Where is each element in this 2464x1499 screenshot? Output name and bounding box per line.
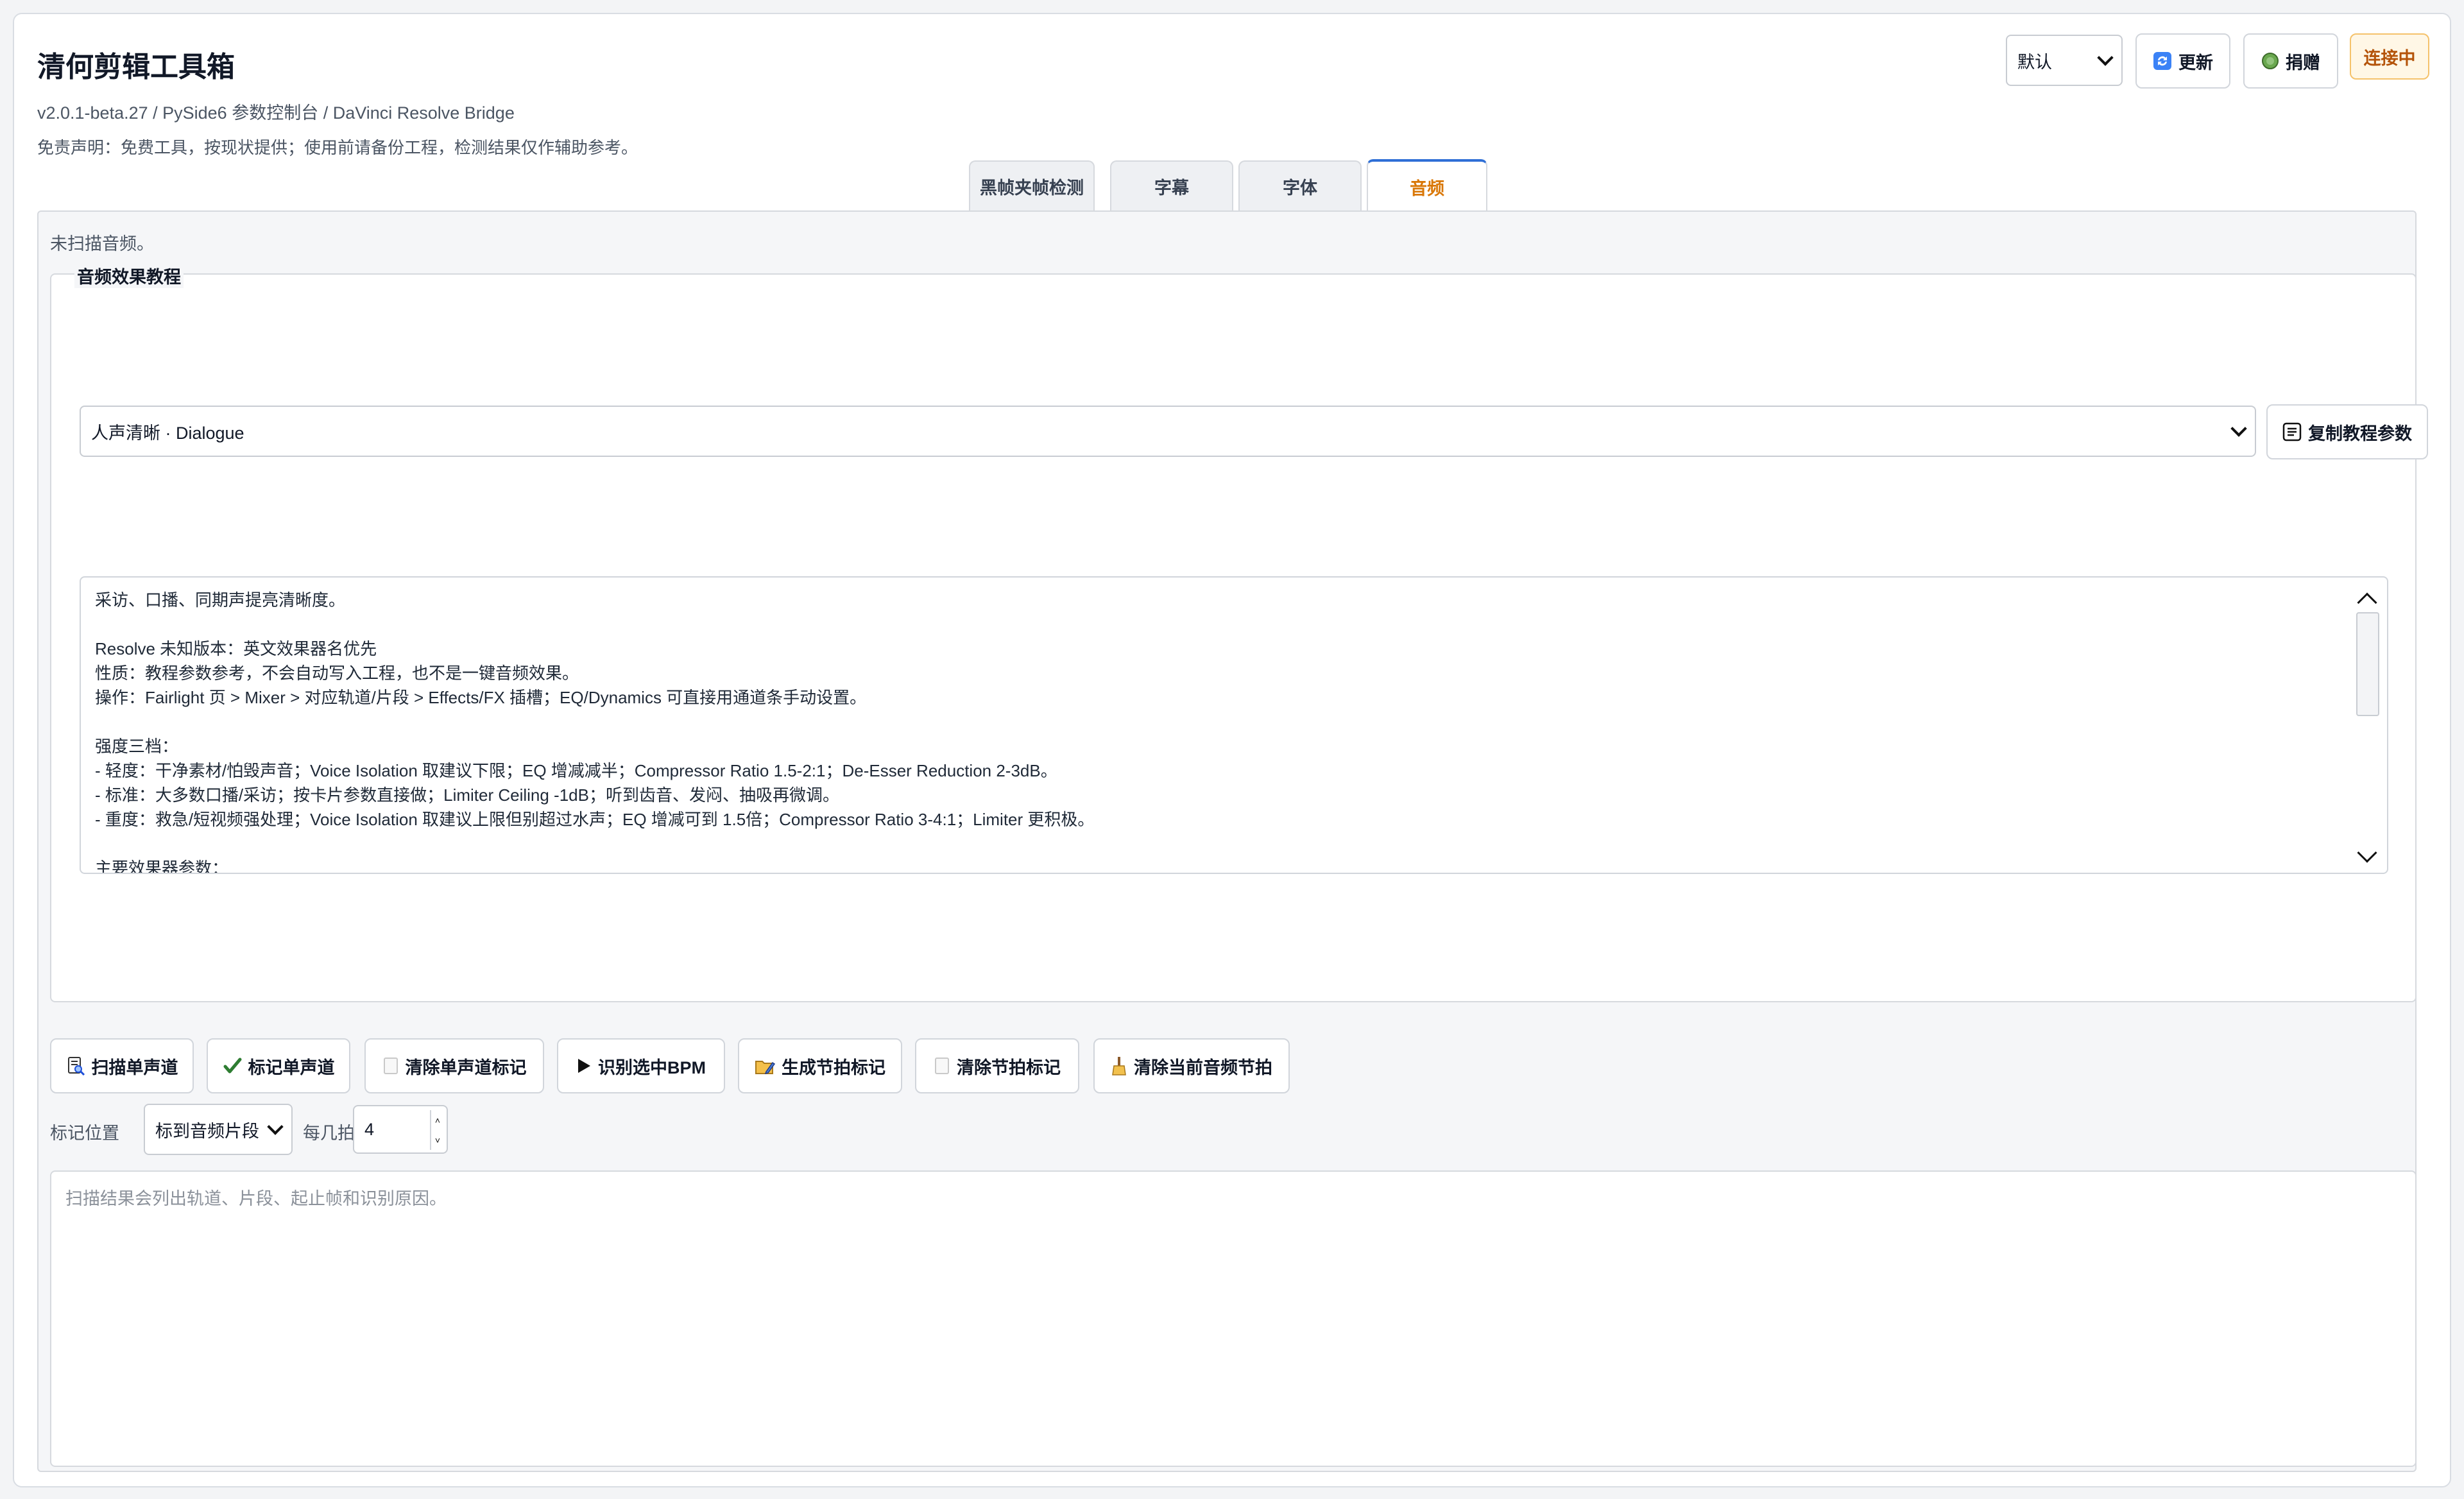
detect-bpm-button[interactable]: 识别选中BPM [557,1038,725,1093]
donate-button[interactable]: 捐赠 [2243,33,2338,89]
tab-label: 音频 [1410,178,1444,198]
clear-single-marks-button[interactable]: 清除单声道标记 [364,1038,544,1093]
folder-pen-icon [755,1056,775,1075]
coin-icon [2261,52,2279,70]
clear-beat-marks-button[interactable]: 清除节拍标记 [915,1038,1079,1093]
beats-value: 4 [364,1119,375,1139]
generate-beat-marks-label: 生成节拍标记 [782,1058,886,1077]
copy-params-button[interactable]: 复制教程参数 [2266,404,2428,459]
tab-audio[interactable]: 音频 [1367,159,1487,212]
app-title: 清何剪辑工具箱 [37,51,235,83]
beats-spinbox[interactable]: 4 ˄ ˅ [353,1105,448,1154]
chevron-down-icon [2097,49,2114,66]
mark-single-label: 标记单声道 [248,1058,335,1077]
copy-params-label: 复制教程参数 [2308,424,2412,443]
tutorial-textarea[interactable]: 采访、口播、同期声提亮清晰度。 Resolve 未知版本：英文效果器名优先 性质… [80,576,2388,874]
theme-select-value: 默认 [2017,52,2052,72]
scroll-thumb[interactable] [2356,612,2379,716]
disclaimer-text: 免责声明：免费工具，按现状提供；使用前请备份工程，检测结果仅作辅助参考。 [37,138,638,157]
tutorial-line: 采访、口播、同期声提亮清晰度。 [95,590,346,610]
tab-label: 字幕 [1154,178,1189,198]
blank-page-icon [382,1056,399,1075]
result-placeholder: 扫描结果会列出轨道、片段、起止帧和识别原因。 [65,1189,447,1208]
scan-single-channel-button[interactable]: 扫描单声道 [50,1038,194,1093]
tutorial-line: 性质：教程参数参考，不会自动写入工程，也不是一键音频效果。 [95,664,579,683]
spin-down-icon[interactable]: ˅ [435,1135,440,1145]
checkmark-icon [223,1056,242,1075]
update-label: 更新 [2178,53,2213,73]
clear-single-marks-label: 清除单声道标记 [405,1058,527,1077]
blank-page-icon [934,1056,950,1075]
scan-document-icon [66,1056,85,1075]
refresh-icon [2153,51,2172,71]
mark-position-label: 标记位置 [50,1124,119,1143]
broom-icon [1111,1056,1127,1076]
mark-single-channel-button[interactable]: 标记单声道 [207,1038,350,1093]
preset-select[interactable]: 人声清晰 · Dialogue [80,406,2256,457]
donate-label: 捐赠 [2286,53,2320,73]
tutorial-line: - 轻度：干净素材/怕毁声音；Voice Isolation 取建议下限；EQ … [95,761,1057,780]
spin-up-icon[interactable]: ˄ [435,1115,440,1126]
tutorial-line: 操作：Fairlight 页 > Mixer > 对应轨道/片段 > Effec… [95,688,867,707]
generate-beat-marks-button[interactable]: 生成节拍标记 [738,1038,902,1093]
detect-bpm-label: 识别选中BPM [598,1058,706,1077]
audio-panel: 未扫描音频。 音频效果教程 人声清晰 · Dialogue 复制教程参数 采访、… [37,210,2428,1472]
tutorial-line: 主要效果器参数： [95,859,229,874]
tutorial-group-title: 音频效果教程 [74,263,184,288]
scroll-down-icon[interactable] [2357,843,2377,863]
theme-select[interactable]: 默认 [2006,35,2123,86]
tutorial-lines: 采访、口播、同期声提亮清晰度。 Resolve 未知版本：英文效果器名优先 性质… [95,588,2348,874]
mark-position-value: 标到音频片段 [155,1121,259,1141]
tab-label: 字体 [1283,178,1317,198]
tutorial-line: - 重度：救急/短视频强处理；Voice Isolation 取建议上限但别超过… [95,810,1095,829]
preset-select-value: 人声清晰 · Dialogue [91,423,244,443]
app-window: 清何剪辑工具箱 v2.0.1-beta.27 / PySide6 参数控制台 /… [13,13,2451,1487]
clear-current-beats-button[interactable]: 清除当前音频节拍 [1093,1038,1290,1093]
tutorial-line: - 标准：大多数口播/采访；按卡片参数直接做；Limiter Ceiling -… [95,785,839,805]
chevron-down-icon [267,1118,284,1135]
scan-single-label: 扫描单声道 [91,1058,178,1077]
beats-label: 每几拍 [303,1124,355,1143]
tab-fonts[interactable]: 字体 [1238,160,1362,210]
spin-arrows[interactable]: ˄ ˅ [430,1110,444,1150]
clear-beat-marks-label: 清除节拍标记 [957,1058,1061,1077]
tutorial-line [95,710,2348,734]
tutorial-line [95,612,2348,637]
tutorial-scrollbar[interactable] [2356,587,2379,866]
clear-current-beats-label: 清除当前音频节拍 [1134,1058,1272,1077]
chevron-down-icon [2230,420,2247,437]
clipboard-icon [2282,422,2302,441]
tutorial-line [95,832,2348,856]
scan-result-textarea[interactable]: 扫描结果会列出轨道、片段、起止帧和识别原因。 [50,1170,2417,1467]
mark-position-select[interactable]: 标到音频片段 [144,1104,293,1155]
update-button[interactable]: 更新 [2135,33,2230,89]
tab-label: 黑帧夹帧检测 [980,178,1084,198]
connection-status-badge: 连接中 [2350,33,2429,80]
scroll-up-icon[interactable] [2357,592,2377,613]
tutorial-group: 人声清晰 · Dialogue 复制教程参数 采访、口播、同期声提亮清晰度。 R… [50,273,2428,1002]
tutorial-line: Resolve 未知版本：英文效果器名优先 [95,639,377,658]
tutorial-line: 强度三档： [95,737,179,756]
tab-black-frame[interactable]: 黑帧夹帧检测 [969,160,1095,210]
tab-subtitles[interactable]: 字幕 [1110,160,1233,210]
app-subtitle: v2.0.1-beta.27 / PySide6 参数控制台 / DaVinci… [37,103,515,123]
audio-status-text: 未扫描音频。 [50,234,154,253]
play-icon [576,1058,592,1074]
